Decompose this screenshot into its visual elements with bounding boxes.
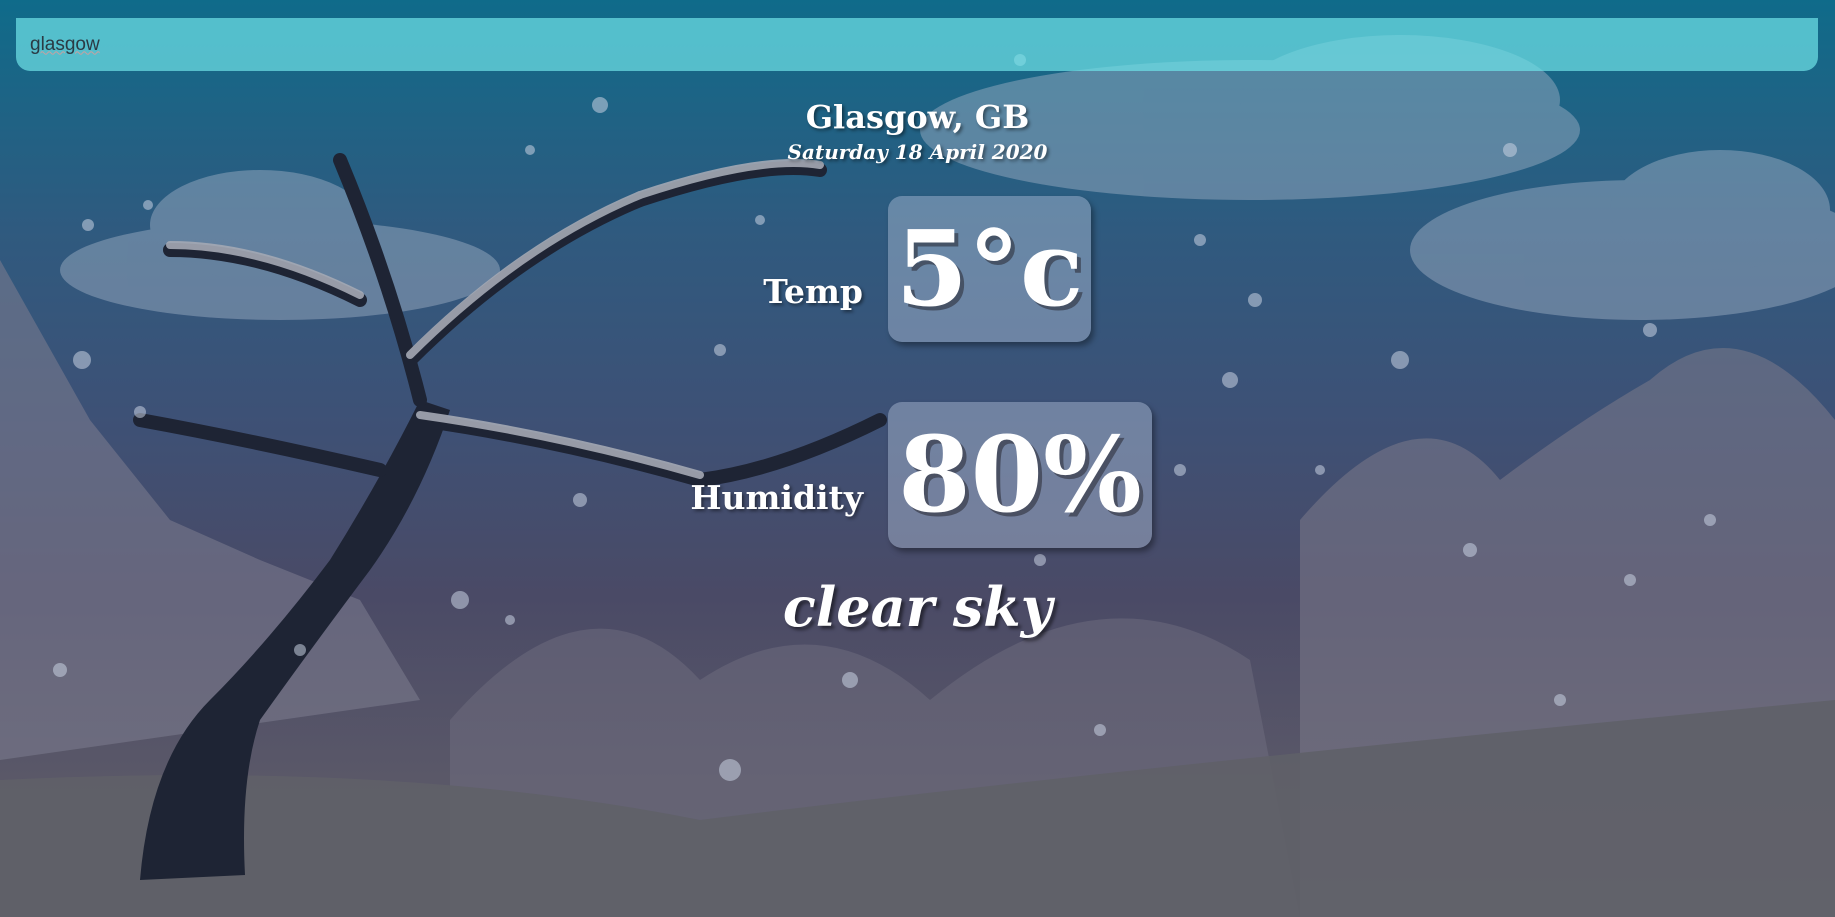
temp-value-box: 5°c (888, 196, 1091, 342)
search-bar[interactable] (16, 18, 1818, 71)
humidity-value-box: 80% (888, 402, 1152, 548)
date-subtitle: Saturday 18 April 2020 (787, 140, 1048, 164)
mountain-left (0, 260, 420, 760)
humidity-label: Humidity (690, 478, 863, 517)
temp-label: Temp (763, 272, 863, 311)
location-title: Glasgow, GB (805, 98, 1030, 136)
city-search-input[interactable] (30, 18, 1804, 71)
weather-description: clear sky (782, 575, 1053, 639)
